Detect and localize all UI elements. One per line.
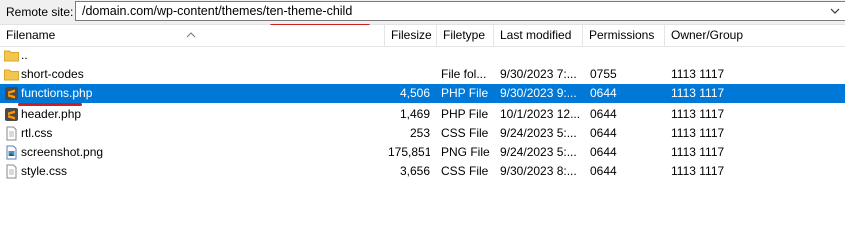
- file-owner: 1113 1117: [671, 86, 725, 100]
- remote-path-text: /domain.com/wp-content/themes/ten-theme-…: [82, 4, 352, 18]
- file-modified: 9/30/2023 7:...: [500, 67, 577, 81]
- file-type: File fol...: [441, 67, 487, 81]
- column-filename[interactable]: Filename: [0, 25, 385, 46]
- file-row-rtl-css[interactable]: rtl.css 253 CSS File 9/24/2023 5:... 064…: [0, 124, 845, 143]
- file-modified: 10/1/2023 12...: [500, 107, 581, 121]
- file-permissions: 0644: [590, 107, 617, 121]
- file-owner: 1113 1117: [671, 107, 725, 121]
- file-owner: 1113 1117: [671, 164, 725, 178]
- file-type: CSS File: [441, 164, 489, 178]
- column-permissions-label: Permissions: [589, 28, 655, 42]
- file-size: 3,656: [399, 164, 430, 178]
- file-owner: 1113 1117: [671, 126, 725, 140]
- column-filesize-label: Filesize: [391, 28, 432, 42]
- text-file-icon: [4, 126, 19, 141]
- column-filetype[interactable]: Filetype: [437, 25, 494, 46]
- file-size: [388, 46, 430, 65]
- file-row-screenshot-png[interactable]: screenshot.png 175,851 PNG File 9/24/202…: [0, 143, 845, 162]
- file-type: CSS File: [441, 126, 489, 140]
- folder-icon: [4, 67, 19, 82]
- file-permissions: 0755: [590, 67, 617, 81]
- column-last-modified[interactable]: Last modified: [494, 25, 583, 46]
- file-owner: 1113 1117: [671, 145, 725, 159]
- file-permissions: 0644: [590, 164, 617, 178]
- file-type: PHP File: [441, 107, 489, 121]
- file-modified: 9/30/2023 8:...: [500, 164, 577, 178]
- sublime-file-icon: [4, 107, 19, 122]
- column-filename-label: Filename: [6, 28, 56, 42]
- file-owner: 1113 1117: [671, 67, 725, 81]
- file-modified: 9/24/2023 5:...: [500, 126, 577, 140]
- file-modified: 9/24/2023 5:...: [500, 145, 577, 159]
- column-last-modified-label: Last modified: [500, 28, 572, 42]
- file-name: functions.php: [21, 86, 93, 100]
- file-size: 4,506: [399, 86, 430, 100]
- file-row-header-php[interactable]: header.php 1,469 PHP File 10/1/2023 12..…: [0, 105, 845, 124]
- chevron-down-icon[interactable]: [828, 4, 842, 18]
- file-permissions: 0644: [590, 126, 617, 140]
- file-modified: [500, 46, 584, 65]
- file-modified: 9/30/2023 9:...: [500, 86, 577, 100]
- column-permissions[interactable]: Permissions: [583, 25, 665, 46]
- file-row-parent[interactable]: ..: [0, 46, 845, 65]
- file-type: PNG File: [441, 145, 490, 159]
- file-name: short-codes: [21, 67, 84, 81]
- file-row-short-codes[interactable]: short-codes File fol... 9/30/2023 7:... …: [0, 65, 845, 84]
- text-file-icon: [4, 164, 19, 179]
- file-row-style-css[interactable]: style.css 3,656 CSS File 9/30/2023 8:...…: [0, 162, 845, 181]
- file-name: ..: [21, 48, 28, 62]
- file-name: style.css: [21, 164, 68, 178]
- column-filesize[interactable]: Filesize: [385, 25, 437, 46]
- image-file-icon: [4, 145, 19, 160]
- file-permissions: 0644: [590, 86, 617, 100]
- column-filetype-label: Filetype: [443, 28, 486, 42]
- file-owner: [671, 46, 771, 65]
- folder-icon: [4, 48, 19, 63]
- remote-path-input[interactable]: /domain.com/wp-content/themes/ten-theme-…: [75, 1, 845, 21]
- remote-site-bar: Remote site: /domain.com/wp-content/them…: [0, 0, 845, 27]
- file-permissions: 0644: [590, 145, 617, 159]
- file-name: screenshot.png: [21, 145, 104, 159]
- file-size: 253: [409, 126, 430, 140]
- file-size: [388, 65, 430, 84]
- remote-path-prefix: /domain.com/wp-content/themes/: [82, 4, 267, 18]
- file-type: PHP File: [441, 86, 489, 100]
- sublime-file-icon: [4, 86, 19, 101]
- file-type: [441, 46, 495, 65]
- file-name: rtl.css: [21, 126, 53, 140]
- file-permissions: [590, 46, 660, 65]
- file-size: 1,469: [399, 107, 430, 121]
- file-size: 175,851: [388, 145, 430, 159]
- file-name: header.php: [21, 107, 82, 121]
- file-row-functions-php[interactable]: functions.php 4,506 PHP File 9/30/2023 9…: [0, 84, 845, 103]
- file-list-header: Filename Filesize Filetype Last modified…: [0, 25, 845, 47]
- column-owner-group[interactable]: Owner/Group: [665, 25, 845, 46]
- column-owner-group-label: Owner/Group: [671, 28, 744, 42]
- remote-path-highlight: ten-theme-child: [266, 4, 353, 18]
- sort-ascending-icon: [186, 24, 196, 45]
- remote-site-label: Remote site:: [6, 5, 74, 19]
